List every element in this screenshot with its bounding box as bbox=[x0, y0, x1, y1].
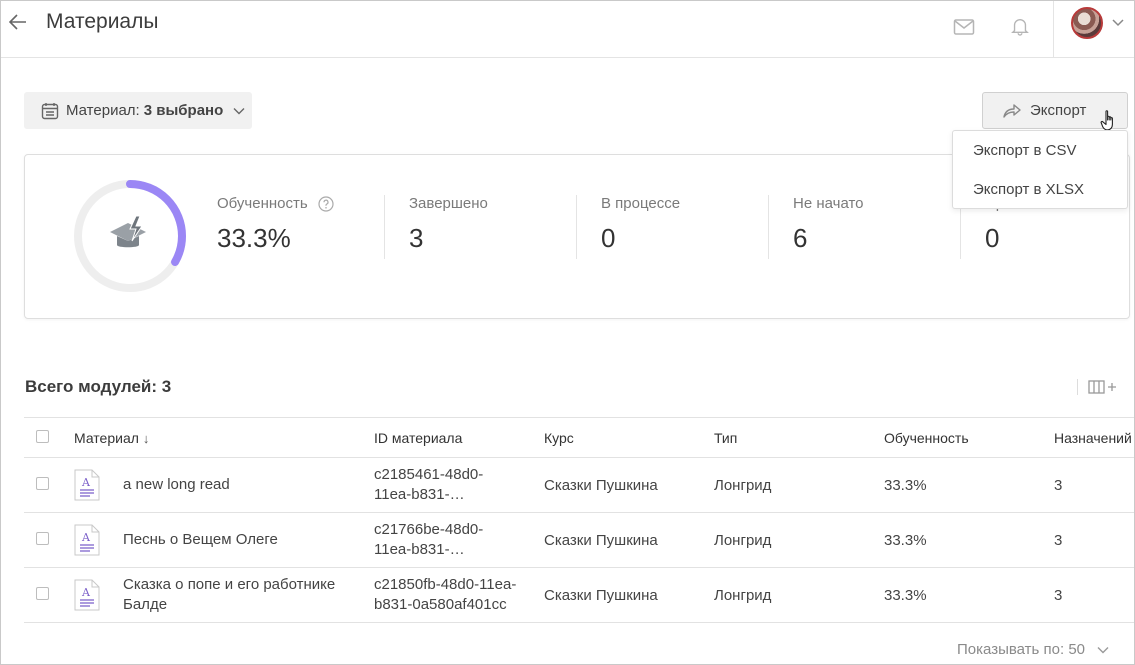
progress-donut bbox=[74, 180, 186, 292]
longread-document-icon: A bbox=[74, 469, 100, 501]
calendar-icon bbox=[41, 102, 59, 119]
column-header-course[interactable]: Курс bbox=[544, 417, 714, 458]
proficiency-cell: 33.3% bbox=[884, 512, 1054, 568]
material-name[interactable]: a new long read bbox=[123, 475, 353, 495]
material-id: 11ea-b831-… bbox=[374, 541, 465, 558]
course-cell: Сказки Пушкина bbox=[544, 457, 714, 513]
longread-document-icon: A bbox=[74, 579, 100, 611]
stat-label: Завершено bbox=[409, 195, 488, 212]
page-title: Материалы bbox=[46, 10, 159, 33]
svg-text:A: A bbox=[81, 586, 91, 599]
divider bbox=[576, 195, 577, 259]
back-button[interactable] bbox=[7, 11, 29, 33]
export-xlsx-item[interactable]: Экспорт в XLSX bbox=[953, 170, 1127, 209]
share-icon bbox=[1003, 103, 1021, 118]
export-label: Экспорт bbox=[1030, 102, 1087, 119]
assigned-cell: 3 bbox=[1054, 567, 1134, 623]
arrow-left-icon bbox=[9, 14, 26, 30]
material-id: c21850fb-48d0-11ea- bbox=[374, 576, 517, 593]
material-id: c2185461-48d0- bbox=[374, 466, 484, 483]
modules-count-title: Всего модулей: 3 bbox=[25, 377, 172, 396]
type-cell: Лонгрид bbox=[714, 457, 884, 513]
material-id: 11ea-b831-… bbox=[374, 486, 465, 503]
mail-icon[interactable] bbox=[953, 17, 975, 37]
export-csv-item[interactable]: Экспорт в CSV bbox=[953, 131, 1127, 170]
table-row[interactable]: A Песнь о Вещем Олеге c21766be-48d0- 11ea… bbox=[24, 512, 1134, 568]
longread-document-icon: A bbox=[74, 524, 100, 556]
select-all-checkbox[interactable] bbox=[36, 429, 49, 443]
stat-value: 6 bbox=[793, 223, 808, 253]
stat-label: Не начато bbox=[793, 195, 864, 212]
column-header-proficiency[interactable]: Обученность bbox=[884, 417, 1054, 458]
row-checkbox[interactable] bbox=[36, 531, 49, 545]
stat-value: 3 bbox=[409, 223, 424, 253]
proficiency-cell: 33.3% bbox=[884, 457, 1054, 513]
page-size-select[interactable]: Показывать по: 50 bbox=[957, 641, 1109, 658]
row-checkbox[interactable] bbox=[36, 476, 49, 490]
stat-not-started: Не начато 6 bbox=[793, 195, 864, 254]
filter-value: 3 выбрано bbox=[143, 102, 224, 119]
top-bar: Материалы bbox=[1, 1, 1134, 58]
column-settings-button[interactable] bbox=[1077, 377, 1119, 397]
stat-label: Обученность bbox=[217, 195, 308, 212]
stat-value: 0 bbox=[601, 223, 616, 253]
material-filter-button[interactable]: Материал: 3 выбрано bbox=[24, 92, 252, 129]
material-id: c21766be-48d0- bbox=[374, 521, 484, 538]
type-cell: Лонгрид bbox=[714, 512, 884, 568]
table-row[interactable]: A Сказка о попе и его работнике Балде c2… bbox=[24, 567, 1134, 623]
stat-value: 0 bbox=[985, 223, 1000, 253]
table-row[interactable]: A a new long read c2185461-48d0- 11ea-b83… bbox=[24, 457, 1134, 513]
svg-text:A: A bbox=[81, 476, 91, 489]
column-header-material[interactable]: Материал ↓ bbox=[74, 417, 374, 458]
course-cell: Сказки Пушкина bbox=[544, 567, 714, 623]
type-cell: Лонгрид bbox=[714, 567, 884, 623]
chevron-down-icon bbox=[233, 107, 245, 114]
svg-text:A: A bbox=[81, 531, 91, 544]
stat-in-progress: В процессе 0 bbox=[601, 195, 680, 254]
table-header-row: Материал ↓ ID материала Курс Тип Обученно… bbox=[24, 417, 1134, 458]
column-header-type[interactable]: Тип bbox=[714, 417, 884, 458]
stat-label: В процессе bbox=[601, 195, 681, 212]
page-size-label: Показывать по: 50 bbox=[957, 641, 1085, 658]
sort-arrow-icon: ↓ bbox=[142, 430, 150, 446]
bell-icon[interactable] bbox=[1009, 16, 1031, 36]
material-name[interactable]: Песнь о Вещем Олеге bbox=[123, 530, 353, 550]
material-id: b831-0a580af401cc bbox=[374, 596, 507, 613]
assigned-cell: 3 bbox=[1054, 512, 1134, 568]
avatar[interactable] bbox=[1071, 7, 1103, 39]
export-dropdown-menu: Экспорт в CSV Экспорт в XLSX bbox=[952, 130, 1128, 209]
divider bbox=[1053, 1, 1054, 58]
course-cell: Сказки Пушкина bbox=[544, 512, 714, 568]
chevron-down-icon bbox=[1097, 646, 1109, 653]
stat-completed: Завершено 3 bbox=[409, 195, 488, 254]
columns-add-icon bbox=[1088, 380, 1116, 394]
help-icon[interactable] bbox=[318, 195, 334, 212]
chevron-down-icon[interactable] bbox=[1111, 18, 1125, 28]
assigned-cell: 3 bbox=[1054, 457, 1134, 513]
row-checkbox[interactable] bbox=[36, 586, 49, 600]
column-header-assigned[interactable]: Назначений bbox=[1054, 417, 1134, 458]
stat-proficiency: Обученность 33.3% bbox=[217, 195, 334, 254]
graduation-cap-icon bbox=[110, 215, 146, 248]
materials-table: Материал ↓ ID материала Курс Тип Обученно… bbox=[24, 417, 1134, 623]
divider bbox=[768, 195, 769, 259]
divider bbox=[384, 195, 385, 259]
stat-value: 33.3% bbox=[217, 223, 291, 253]
filter-label: Материал: bbox=[66, 102, 140, 119]
column-header-id[interactable]: ID материала bbox=[374, 417, 544, 458]
material-name[interactable]: Сказка о попе и его работнике Балде bbox=[123, 575, 353, 615]
proficiency-cell: 33.3% bbox=[884, 567, 1054, 623]
